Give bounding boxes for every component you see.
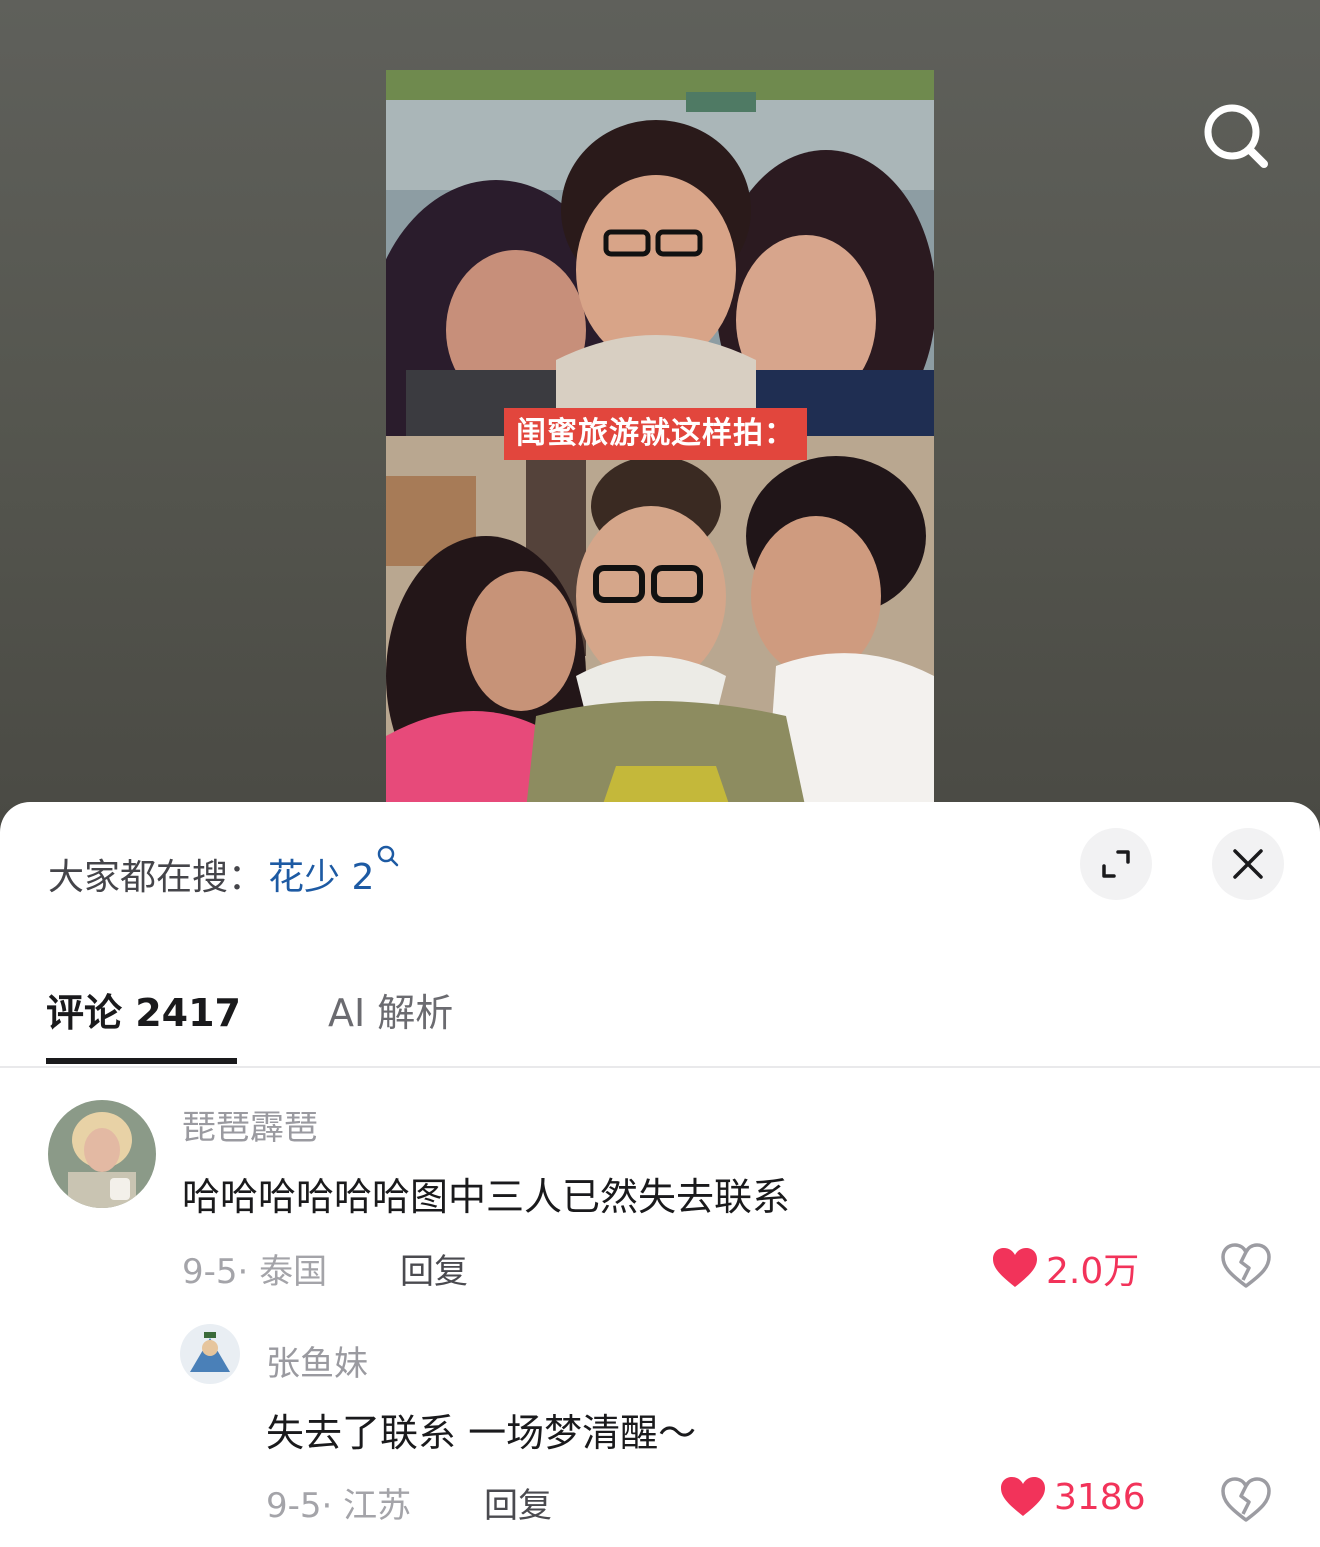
dislike-button[interactable]	[1220, 1474, 1272, 1526]
hot-search-prefix: 大家都在搜：	[48, 857, 265, 898]
hot-search-term: 花少 2	[268, 857, 375, 898]
close-icon	[1233, 849, 1263, 879]
comment-meta: 9-5· 江苏	[266, 1486, 412, 1526]
like-button[interactable]: 3186	[1000, 1476, 1146, 1518]
tab-comments[interactable]: 评论 2417	[46, 982, 241, 1037]
reply-button[interactable]: 回复	[400, 1244, 468, 1293]
tab-ai-analysis[interactable]: AI 解析	[328, 982, 453, 1037]
small-search-icon	[378, 845, 399, 867]
avatar-image	[48, 1100, 156, 1208]
reply-button[interactable]: 回复	[484, 1478, 552, 1527]
comment-tabs: 评论 2417 AI 解析	[0, 972, 1320, 1068]
comment-text: 哈哈哈哈哈哈图中三人已然失去联系	[182, 1175, 791, 1219]
active-tab-indicator	[46, 1058, 237, 1064]
expand-button[interactable]	[1080, 828, 1152, 900]
broken-heart-icon	[1221, 1243, 1271, 1288]
comment-sheet: 大家都在搜： 花少 2 评论 2417 AI 解析 琵琶霹琶 哈哈哈哈哈哈图中三…	[0, 802, 1320, 1547]
avatar[interactable]	[48, 1100, 156, 1208]
close-button[interactable]	[1212, 828, 1284, 900]
photo-bottom-scene	[386, 436, 934, 810]
like-button[interactable]: 2.0万	[992, 1242, 1139, 1294]
video-caption: 闺蜜旅游就这样拍：	[504, 408, 807, 460]
like-count: 2.0万	[1046, 1251, 1140, 1292]
heart-icon	[993, 1248, 1037, 1287]
hot-search-link[interactable]: 花少 2	[268, 845, 400, 900]
photo-top-scene	[386, 70, 934, 436]
comment-username[interactable]: 张鱼妹	[266, 1336, 368, 1385]
dislike-button[interactable]	[1220, 1240, 1272, 1292]
comment-meta: 9-5· 泰国	[182, 1252, 328, 1292]
heart-icon	[1001, 1477, 1045, 1516]
search-button[interactable]	[1196, 96, 1276, 176]
like-count: 3186	[1054, 1476, 1146, 1518]
expand-icon	[1102, 850, 1130, 878]
avatar-image	[180, 1324, 240, 1384]
comment-text: 失去了联系 一场梦清醒～	[266, 1411, 697, 1455]
comment-item: 琵琶霹琶 哈哈哈哈哈哈图中三人已然失去联系 9-5· 泰国 回复 2.0万	[0, 1096, 1320, 1316]
search-icon	[1204, 104, 1268, 168]
reply-comment-item: 张鱼妹 失去了联系 一场梦清醒～ 9-5· 江苏 回复 3186	[0, 1324, 1320, 1544]
comment-username[interactable]: 琵琶霹琶	[182, 1100, 318, 1149]
broken-heart-icon	[1221, 1477, 1271, 1522]
avatar[interactable]	[180, 1324, 240, 1384]
hot-search-bar: 大家都在搜： 花少 2	[48, 845, 400, 900]
